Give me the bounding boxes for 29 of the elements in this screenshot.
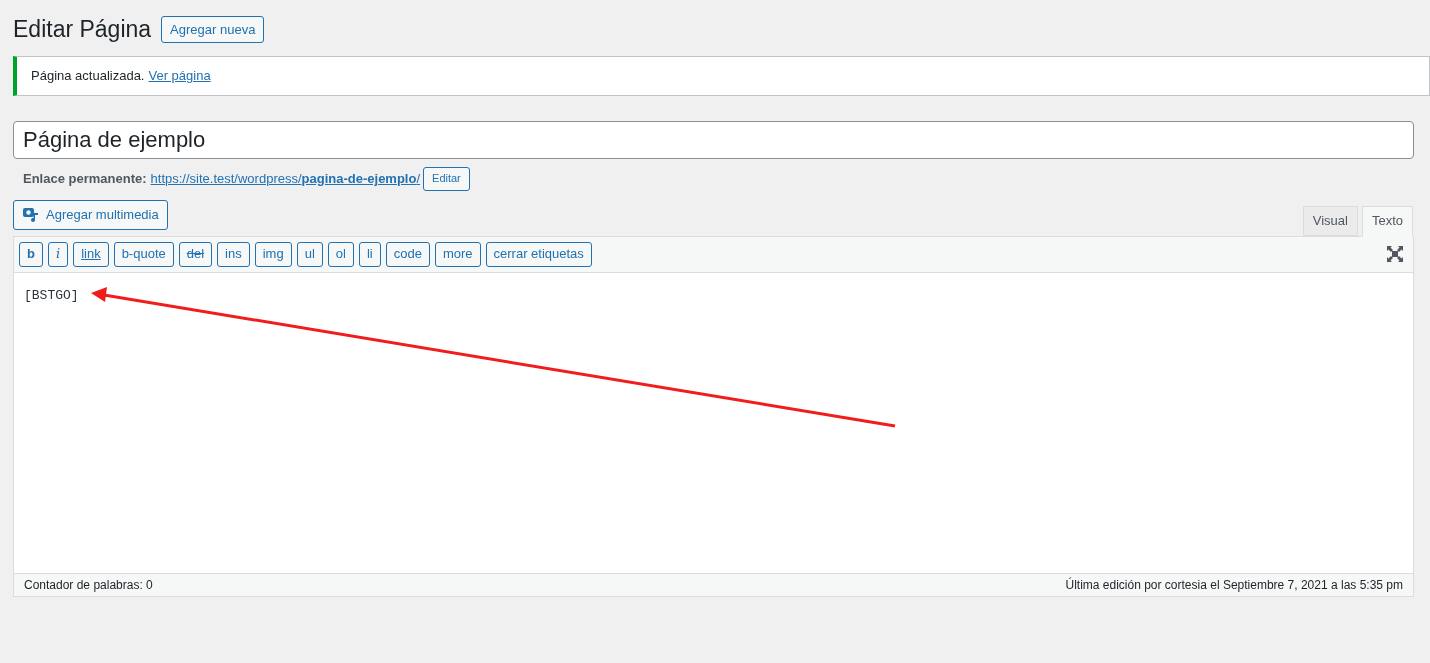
format-button[interactable]: b-quote [113,241,174,267]
format-button[interactable]: link [73,241,109,267]
permalink-label: Enlace permanente: [23,169,147,188]
editor-tab[interactable]: Texto [1361,205,1413,237]
word-count: Contador de palabras: 0 [24,576,153,594]
add-media-button[interactable]: Agregar multimedia [13,199,168,230]
permalink-url[interactable]: https://site.test/wordpress/pagina-de-ejemplo/ [150,168,421,189]
add-new-button[interactable]: Agregar nueva [161,15,265,43]
format-button[interactable]: ol [327,241,354,267]
editor-tab[interactable]: Visual [1302,205,1358,236]
format-button[interactable]: more [434,241,481,267]
format-button[interactable]: ul [296,241,323,267]
fullscreen-icon [1387,246,1403,262]
title-input[interactable]: Página de ejemplo [13,120,1414,159]
format-button[interactable]: i [47,241,69,267]
format-button[interactable]: li [358,241,381,267]
format-button[interactable]: code [385,241,430,267]
last-edit-info: Última edición por cortesia el Septiembre 7, 2021 a las 5:35 pm [1065,576,1403,594]
format-button[interactable]: cerrar etiquetas [485,241,592,267]
format-button[interactable]: del [178,241,213,267]
media-icon [22,206,40,223]
format-button[interactable]: b [19,241,43,267]
page-title: Editar Página [13,15,152,44]
notice-text: Página actualizada. [31,66,145,85]
view-page-link[interactable]: Ver página [148,65,211,86]
format-button[interactable]: img [254,241,292,267]
edit-permalink-button[interactable]: Editar [423,166,470,191]
format-button[interactable]: ins [217,241,250,267]
editor-textarea[interactable]: [BSTGO] [14,272,1413,573]
